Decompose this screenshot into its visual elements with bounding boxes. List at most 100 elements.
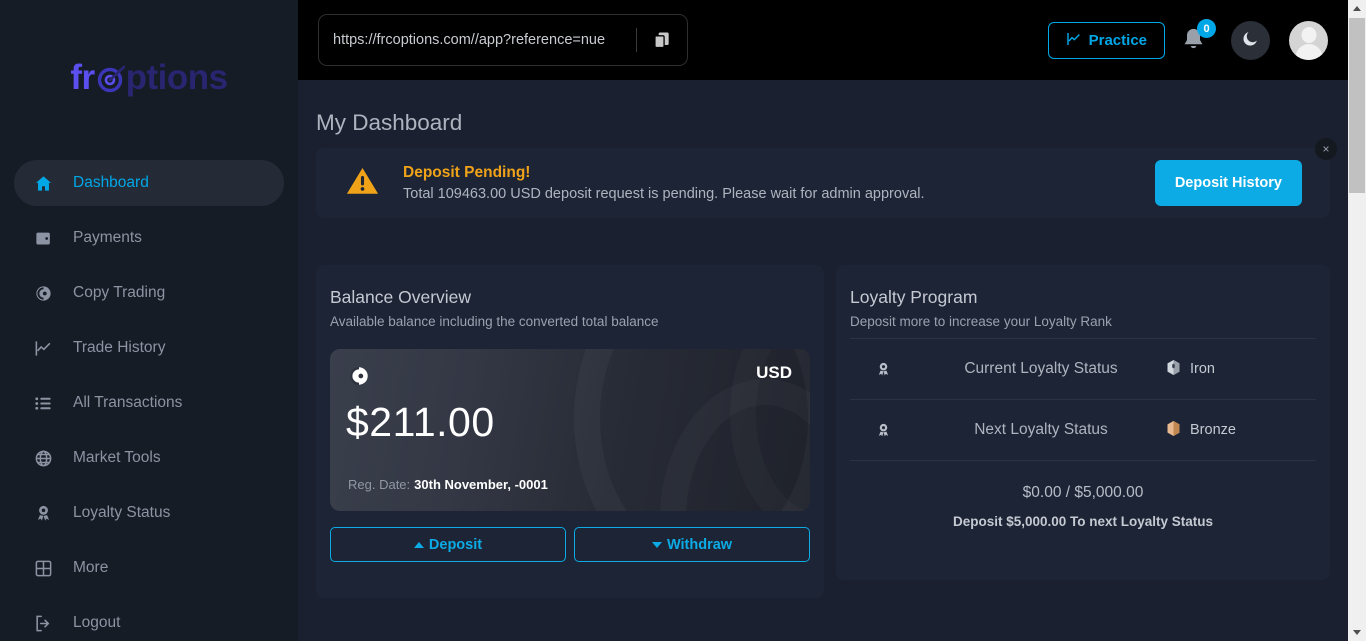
sidebar-item-logout[interactable]: Logout — [14, 600, 284, 641]
sidebar-item-label: Trade History — [73, 339, 166, 356]
triangle-down-icon — [651, 541, 662, 548]
registration-date: Reg. Date: 30th November, -0001 — [348, 477, 548, 492]
sidebar-item-label: Loyalty Status — [73, 504, 171, 521]
copy-icon[interactable] — [637, 15, 687, 65]
reg-date-label: Reg. Date: — [348, 477, 411, 492]
scroll-down-arrow[interactable] — [1348, 624, 1366, 641]
sidebar-item-all-transactions[interactable]: All Transactions — [14, 380, 284, 426]
loyalty-row-next: Next Loyalty Status Bronze — [850, 399, 1316, 460]
sidebar-item-label: Logout — [73, 614, 121, 631]
loyalty-row-label: Current Loyalty Status — [964, 360, 1118, 377]
chart-line-icon — [1066, 31, 1082, 51]
loyalty-card-header: Loyalty Program Deposit more to increase… — [836, 265, 1330, 329]
currency-label: USD — [756, 363, 792, 382]
url-bar[interactable]: https://frcoptions.com//app?reference=nu… — [318, 14, 688, 66]
balance-overview-card: Balance Overview Available balance inclu… — [316, 265, 824, 598]
page-title: My Dashboard — [316, 110, 463, 135]
scrollbar-thumb[interactable] — [1349, 18, 1365, 193]
deposit-pending-alert: Deposit Pending! Total 109463.00 USD dep… — [316, 148, 1330, 218]
copy-trading-icon — [34, 282, 60, 304]
balance-card-header: Balance Overview Available balance inclu… — [316, 265, 824, 329]
logout-icon — [34, 612, 60, 634]
withdraw-button[interactable]: Withdraw — [574, 527, 810, 562]
sidebar-item-copy-trading[interactable]: Copy Trading — [14, 270, 284, 316]
loyalty-row-value: Iron — [1166, 359, 1316, 380]
loyalty-rank-label: Iron — [1190, 361, 1215, 377]
avatar-head — [1301, 27, 1316, 43]
target-circle-icon — [94, 61, 128, 95]
sidebar-item-market-tools[interactable]: Market Tools — [14, 435, 284, 481]
grid-icon — [34, 557, 60, 579]
balance-card-subtitle: Available balance including the converte… — [330, 314, 659, 329]
sidebar-item-loyalty-status[interactable]: Loyalty Status — [14, 490, 284, 536]
medal-icon — [850, 361, 916, 378]
balance-actions: Deposit Withdraw — [330, 527, 810, 562]
deposit-button[interactable]: Deposit — [330, 527, 566, 562]
url-input[interactable]: https://frcoptions.com//app?reference=nu… — [319, 32, 636, 48]
alert-description: Total 109463.00 USD deposit request is p… — [403, 186, 925, 202]
reg-date-value: 30th November, -0001 — [414, 477, 548, 492]
warning-triangle-icon — [344, 164, 381, 203]
theme-toggle-button[interactable] — [1231, 21, 1270, 60]
practice-button[interactable]: Practice — [1047, 22, 1165, 59]
practice-button-label: Practice — [1088, 32, 1147, 49]
sidebar-nav: Dashboard Payments Copy Trading Trade Hi… — [0, 160, 298, 641]
triangle-up-icon — [413, 541, 424, 548]
loyalty-card-subtitle: Deposit more to increase your Loyalty Ra… — [850, 314, 1112, 329]
page-scrollbar[interactable] — [1348, 0, 1366, 641]
top-bar: https://frcoptions.com//app?reference=nu… — [298, 0, 1348, 80]
sidebar-item-label: All Transactions — [73, 394, 183, 411]
loyalty-card-title: Loyalty Program — [850, 287, 978, 307]
moon-icon — [1241, 29, 1260, 53]
notification-badge: 0 — [1197, 19, 1216, 38]
close-icon[interactable]: × — [1315, 138, 1337, 160]
home-icon — [34, 172, 60, 194]
medal-icon — [34, 502, 60, 524]
loyalty-progress-note: Deposit $5,000.00 To next Loyalty Status — [952, 514, 1214, 529]
balance-card-title: Balance Overview — [330, 287, 472, 307]
brand-mark-icon — [348, 365, 370, 387]
notifications-button[interactable]: 0 — [1180, 19, 1216, 58]
globe-icon — [34, 447, 60, 469]
loyalty-program-card: Loyalty Program Deposit more to increase… — [836, 265, 1330, 580]
chart-line-icon — [34, 337, 60, 359]
sidebar-item-label: Payments — [73, 229, 142, 246]
sidebar-item-trade-history[interactable]: Trade History — [14, 325, 284, 371]
withdraw-button-label: Withdraw — [666, 536, 733, 553]
logo-suffix: ptions — [125, 58, 228, 97]
deposit-button-label: Deposit — [428, 536, 483, 553]
loyalty-row-label: Next Loyalty Status — [974, 421, 1108, 438]
app-window: fr ptions Dashboard Payments Copy Tradin… — [0, 0, 1366, 641]
triangle-up-icon — [1353, 6, 1361, 11]
sidebar-item-label: Copy Trading — [73, 284, 166, 301]
iron-gem-icon — [1166, 359, 1181, 380]
deposit-history-button[interactable]: Deposit History — [1154, 160, 1302, 206]
loyalty-progress-amount: $0.00 / $5,000.00 — [1022, 484, 1144, 501]
loyalty-row-current: Current Loyalty Status Iron — [850, 338, 1316, 399]
avatar[interactable] — [1289, 21, 1328, 60]
medal-icon — [850, 422, 916, 439]
app-logo[interactable]: fr ptions — [0, 52, 298, 104]
main-content: My Dashboard Deposit Pending! Total 1094… — [298, 80, 1348, 641]
sidebar-item-label: Market Tools — [73, 449, 161, 466]
sidebar-item-more[interactable]: More — [14, 545, 284, 591]
loyalty-rank-label: Bronze — [1190, 422, 1236, 438]
list-icon — [34, 392, 60, 414]
sidebar-item-label: More — [73, 559, 109, 576]
sidebar-item-dashboard[interactable]: Dashboard — [14, 160, 284, 206]
scroll-up-arrow[interactable] — [1348, 0, 1366, 17]
alert-title: Deposit Pending! — [403, 164, 531, 181]
bell-icon — [1180, 28, 1207, 58]
sidebar: fr ptions Dashboard Payments Copy Tradin… — [0, 0, 298, 641]
loyalty-row-value: Bronze — [1166, 420, 1316, 441]
avatar-body — [1295, 44, 1322, 60]
sidebar-item-payments[interactable]: Payments — [14, 215, 284, 261]
wallet-icon — [34, 227, 60, 249]
loyalty-progress-footer: $0.00 / $5,000.00 Deposit $5,000.00 To n… — [850, 460, 1316, 529]
triangle-down-icon — [1353, 630, 1361, 635]
alert-text: Deposit Pending! Total 109463.00 USD dep… — [403, 164, 1155, 202]
sidebar-item-label: Dashboard — [73, 174, 149, 191]
bronze-gem-icon — [1166, 420, 1181, 441]
balance-visual: USD $211.00 Reg. Date: 30th November, -00… — [330, 349, 810, 511]
balance-amount: $211.00 — [346, 399, 495, 445]
